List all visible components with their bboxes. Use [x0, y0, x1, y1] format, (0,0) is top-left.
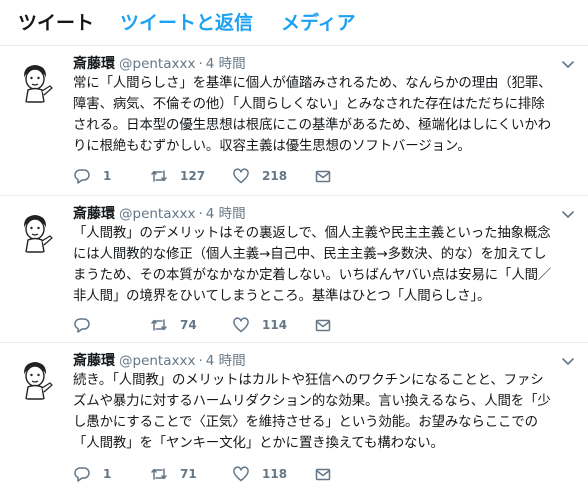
retweet-count: 127 [180, 169, 206, 183]
separator-dot: · [198, 206, 203, 222]
tweet[interactable]: 斎藤環 @pentaxxx · 4 時間 「人間教」のデメリットはその裏返しで、個人主… [0, 196, 588, 343]
tweet-text: 常に「人間らしさ」を基準に個人が値踏みされるため、なんらかの理由（犯罪、 障害、… [73, 76, 552, 154]
direct-message-button[interactable] [314, 464, 332, 484]
retweet-button[interactable]: 127 [150, 166, 205, 186]
retweet-count: 74 [180, 318, 197, 332]
tab-tweets-and-replies[interactable]: ツイートと返信 [120, 10, 253, 36]
author-name[interactable]: 斎藤環 [73, 206, 115, 222]
retweet-icon [151, 319, 167, 331]
reply-icon [74, 467, 90, 482]
caricature-avatar-icon [23, 65, 53, 103]
envelope-icon [315, 170, 331, 183]
author-handle[interactable]: @pentaxxx [119, 353, 195, 369]
separator-dot: · [198, 56, 203, 72]
reply-icon [74, 169, 90, 184]
reply-count: 1 [103, 467, 112, 481]
reply-button[interactable]: 1 [73, 464, 111, 484]
timestamp[interactable]: 4 時間 [206, 56, 246, 72]
tweet[interactable]: 斎藤環 @pentaxxx · 4 時間 続き。「人間教」のメリットはカルトや狂信への… [0, 343, 588, 494]
reply-button[interactable] [73, 315, 103, 335]
tweet-header: 斎藤環 @pentaxxx · 4 時間 [73, 204, 246, 224]
caricature-avatar-icon [23, 362, 53, 400]
author-handle[interactable]: @pentaxxx [119, 206, 195, 222]
tweet-text: 「人間教」のデメリットはその裏返しで、個人主義や民主主義といった抽象概念 には人… [73, 226, 552, 304]
profile-tabs: ツイート ツイートと返信 メディア [0, 0, 588, 46]
chevron-down-icon[interactable] [560, 56, 576, 72]
reply-count: 1 [103, 169, 112, 183]
like-count: 118 [262, 467, 288, 481]
like-button[interactable]: 118 [232, 464, 287, 484]
heart-icon [233, 466, 249, 482]
retweet-button[interactable]: 74 [150, 315, 197, 335]
timestamp[interactable]: 4 時間 [206, 206, 246, 222]
retweet-button[interactable]: 71 [150, 464, 197, 484]
direct-message-button[interactable] [314, 315, 332, 335]
like-button[interactable]: 114 [232, 315, 287, 335]
chevron-down-icon[interactable] [560, 206, 576, 222]
timestamp[interactable]: 4 時間 [206, 353, 246, 369]
chevron-down-icon[interactable] [560, 353, 576, 369]
author-name[interactable]: 斎藤環 [73, 56, 115, 72]
heart-icon [233, 317, 249, 333]
tab-tweets[interactable]: ツイート [18, 10, 94, 36]
like-count: 218 [262, 169, 288, 183]
avatar[interactable] [12, 58, 58, 104]
tweet-text: 続き。「人間教」のメリットはカルトや狂信へのワクチンになることと、ファシ ズムや… [73, 373, 551, 451]
tab-media[interactable]: メディア [281, 10, 356, 36]
tweet-actions: 1 71 118 [73, 464, 473, 484]
tweet-actions: 1 127 218 [73, 166, 473, 186]
author-name[interactable]: 斎藤環 [73, 353, 115, 369]
like-count: 114 [262, 318, 288, 332]
reply-button[interactable]: 1 [73, 166, 111, 186]
envelope-icon [315, 319, 331, 332]
retweet-icon [151, 468, 167, 480]
tweet-header: 斎藤環 @pentaxxx · 4 時間 [73, 54, 246, 74]
retweet-count: 71 [180, 467, 197, 481]
avatar[interactable] [12, 208, 58, 254]
heart-icon [233, 168, 249, 184]
envelope-icon [315, 468, 331, 481]
author-handle[interactable]: @pentaxxx [119, 56, 195, 72]
retweet-icon [151, 170, 167, 182]
separator-dot: · [198, 353, 203, 369]
tweet-header: 斎藤環 @pentaxxx · 4 時間 [73, 351, 246, 371]
caricature-avatar-icon [23, 215, 53, 253]
reply-icon [74, 318, 90, 333]
direct-message-button[interactable] [314, 166, 332, 186]
like-button[interactable]: 218 [232, 166, 287, 186]
avatar[interactable] [12, 355, 58, 401]
tweet[interactable]: 斎藤環 @pentaxxx · 4 時間 常に「人間らしさ」を基準に個人が値踏みされる… [0, 46, 588, 196]
tweet-actions: 74 114 [73, 315, 473, 335]
